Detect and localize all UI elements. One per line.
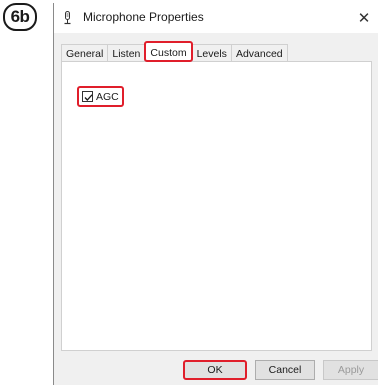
agc-label: AGC (96, 90, 119, 103)
microphone-properties-dialog: Microphone Properties ✕ General Listen C… (53, 3, 378, 385)
close-icon: ✕ (357, 10, 371, 27)
ok-button[interactable]: OK (183, 360, 247, 380)
checkmark-icon (84, 94, 93, 101)
cancel-button[interactable]: Cancel (255, 360, 315, 380)
tab-levels[interactable]: Levels (191, 44, 232, 62)
tab-listen[interactable]: Listen (107, 44, 146, 62)
agc-checkbox[interactable] (82, 91, 93, 102)
tab-strip: General Listen Custom Levels Advanced (61, 40, 288, 62)
dialog-client-area: General Listen Custom Levels Advanced AG… (54, 33, 378, 385)
title-bar: Microphone Properties ✕ (54, 3, 378, 33)
tab-custom[interactable]: Custom (144, 41, 193, 62)
tab-advanced[interactable]: Advanced (230, 44, 288, 62)
window-title: Microphone Properties (83, 10, 204, 24)
tab-general[interactable]: General (61, 44, 109, 62)
agc-checkbox-control[interactable]: AGC (77, 86, 124, 107)
apply-button[interactable]: Apply (323, 360, 378, 380)
dialog-button-row: OK Cancel Apply (54, 360, 378, 380)
microphone-icon (63, 11, 72, 25)
custom-tab-panel: AGC (61, 61, 372, 351)
instruction-figure: 6b Microphone Properties ✕ General Liste (0, 0, 378, 385)
step-badge: 6b (3, 3, 37, 31)
close-button[interactable]: ✕ (349, 3, 378, 33)
